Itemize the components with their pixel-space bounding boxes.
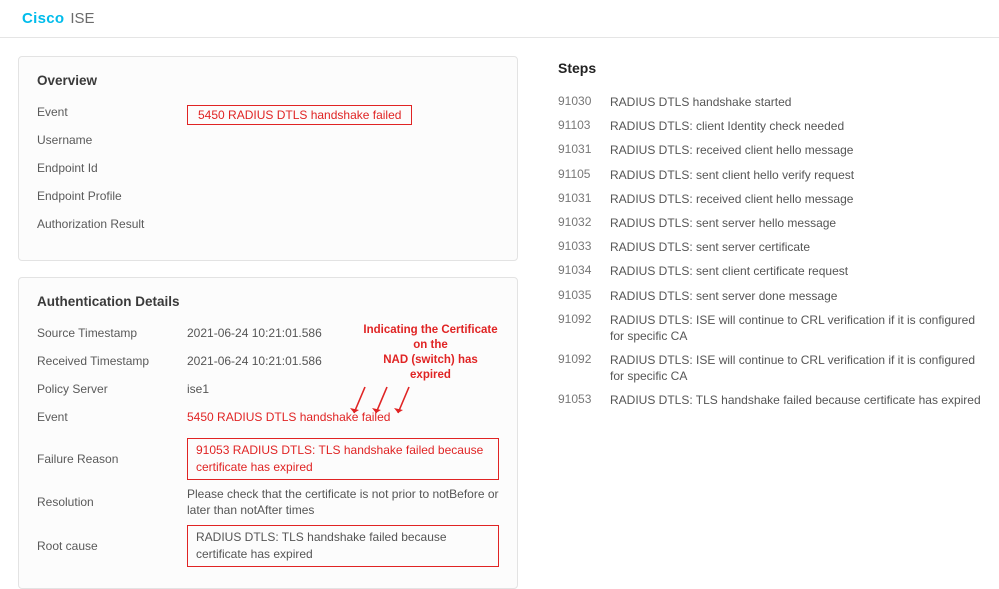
step-row: 91105 RADIUS DTLS: sent client hello veri… [558, 163, 981, 187]
step-code: 91030 [558, 94, 602, 108]
overview-authz-label: Authorization Result [37, 217, 187, 231]
steps-title: Steps [558, 60, 981, 76]
step-row: 91032 RADIUS DTLS: sent server hello mess… [558, 211, 981, 235]
overview-endpointid-row: Endpoint Id [37, 158, 499, 186]
overview-event-value-wrap: 5450 RADIUS DTLS handshake failed [187, 105, 499, 125]
right-column: Steps 91030 RADIUS DTLS handshake started… [558, 56, 981, 589]
step-row: 91030 RADIUS DTLS handshake started [558, 90, 981, 114]
step-description: RADIUS DTLS: sent server hello message [610, 215, 981, 231]
auth-root-cause-row: Root cause RADIUS DTLS: TLS handshake fa… [37, 522, 499, 570]
step-row: 91092 RADIUS DTLS: ISE will continue to C… [558, 348, 981, 388]
step-description: RADIUS DTLS: received client hello messa… [610, 191, 981, 207]
step-code: 91031 [558, 191, 602, 205]
step-description: RADIUS DTLS: client Identity check neede… [610, 118, 981, 134]
auth-failure-reason-row: Failure Reason 91053 RADIUS DTLS: TLS ha… [37, 435, 499, 483]
step-description: RADIUS DTLS handshake started [610, 94, 981, 110]
overview-username-row: Username [37, 130, 499, 158]
arrow-icon [372, 385, 390, 419]
top-header: Cisco ISE [0, 0, 999, 38]
arrow-icon [394, 385, 412, 419]
auth-failure-reason-label: Failure Reason [37, 452, 187, 466]
step-code: 91105 [558, 167, 602, 181]
auth-root-cause-value: RADIUS DTLS: TLS handshake failed becaus… [187, 525, 499, 567]
step-row: 91035 RADIUS DTLS: sent server done messa… [558, 284, 981, 308]
brand-cisco: Cisco [22, 10, 64, 27]
step-description: RADIUS DTLS: TLS handshake failed becaus… [610, 392, 981, 408]
annotation-callout: Indicating the Certificate on the NAD (s… [362, 323, 499, 419]
step-code: 91033 [558, 239, 602, 253]
annotation-line1: Indicating the Certificate on the [362, 323, 499, 353]
step-code: 91092 [558, 352, 602, 366]
step-description: RADIUS DTLS: ISE will continue to CRL ve… [610, 352, 981, 384]
annotation-arrows [350, 385, 412, 419]
step-row: 91031 RADIUS DTLS: received client hello … [558, 138, 981, 162]
auth-received-ts-label: Received Timestamp [37, 354, 187, 368]
step-code: 91034 [558, 263, 602, 277]
overview-event-value: 5450 RADIUS DTLS handshake failed [187, 105, 412, 125]
auth-policy-server-label: Policy Server [37, 382, 187, 396]
left-column: Overview Event 5450 RADIUS DTLS handshak… [18, 56, 518, 589]
step-code: 91031 [558, 142, 602, 156]
step-description: RADIUS DTLS: sent client certificate req… [610, 263, 981, 279]
step-row: 91092 RADIUS DTLS: ISE will continue to C… [558, 308, 981, 348]
step-description: RADIUS DTLS: sent server certificate [610, 239, 981, 255]
overview-endpointprofile-row: Endpoint Profile [37, 186, 499, 214]
step-row: 91034 RADIUS DTLS: sent client certificat… [558, 259, 981, 283]
auth-root-cause-label: Root cause [37, 539, 187, 553]
auth-event-label: Event [37, 410, 187, 424]
step-row: 91053 RADIUS DTLS: TLS handshake failed b… [558, 388, 981, 412]
overview-event-row: Event 5450 RADIUS DTLS handshake failed [37, 102, 499, 130]
auth-failure-reason-value-wrap: 91053 RADIUS DTLS: TLS handshake failed … [187, 438, 499, 480]
arrow-icon [350, 385, 368, 419]
overview-endpointprofile-label: Endpoint Profile [37, 189, 187, 203]
step-code: 91053 [558, 392, 602, 406]
auth-root-cause-value-wrap: RADIUS DTLS: TLS handshake failed becaus… [187, 525, 499, 567]
overview-username-label: Username [37, 133, 187, 147]
step-code: 91092 [558, 312, 602, 326]
auth-details-title: Authentication Details [37, 294, 499, 309]
overview-event-label: Event [37, 105, 187, 119]
overview-authz-row: Authorization Result [37, 214, 499, 242]
auth-details-panel: Authentication Details Indicating the Ce… [18, 277, 518, 589]
overview-title: Overview [37, 73, 499, 88]
auth-source-ts-label: Source Timestamp [37, 326, 187, 340]
auth-failure-reason-value: 91053 RADIUS DTLS: TLS handshake failed … [187, 438, 499, 480]
annotation-line2: NAD (switch) has expired [362, 353, 499, 383]
step-description: RADIUS DTLS: ISE will continue to CRL ve… [610, 312, 981, 344]
overview-panel: Overview Event 5450 RADIUS DTLS handshak… [18, 56, 518, 261]
steps-list: 91030 RADIUS DTLS handshake started 91103 R… [558, 90, 981, 413]
auth-resolution-row: Resolution Please check that the certifi… [37, 483, 499, 523]
step-code: 91032 [558, 215, 602, 229]
step-code: 91035 [558, 288, 602, 302]
brand-ise: ISE [70, 10, 94, 27]
auth-resolution-label: Resolution [37, 495, 187, 509]
auth-body: Indicating the Certificate on the NAD (s… [37, 323, 499, 570]
step-description: RADIUS DTLS: sent client hello verify re… [610, 167, 981, 183]
step-code: 91103 [558, 118, 602, 132]
auth-resolution-value: Please check that the certificate is not… [187, 486, 499, 520]
overview-endpointid-label: Endpoint Id [37, 161, 187, 175]
content-area: Overview Event 5450 RADIUS DTLS handshak… [0, 38, 999, 589]
step-description: RADIUS DTLS: received client hello messa… [610, 142, 981, 158]
step-description: RADIUS DTLS: sent server done message [610, 288, 981, 304]
step-row: 91031 RADIUS DTLS: received client hello … [558, 187, 981, 211]
step-row: 91103 RADIUS DTLS: client Identity check … [558, 114, 981, 138]
step-row: 91033 RADIUS DTLS: sent server certificat… [558, 235, 981, 259]
